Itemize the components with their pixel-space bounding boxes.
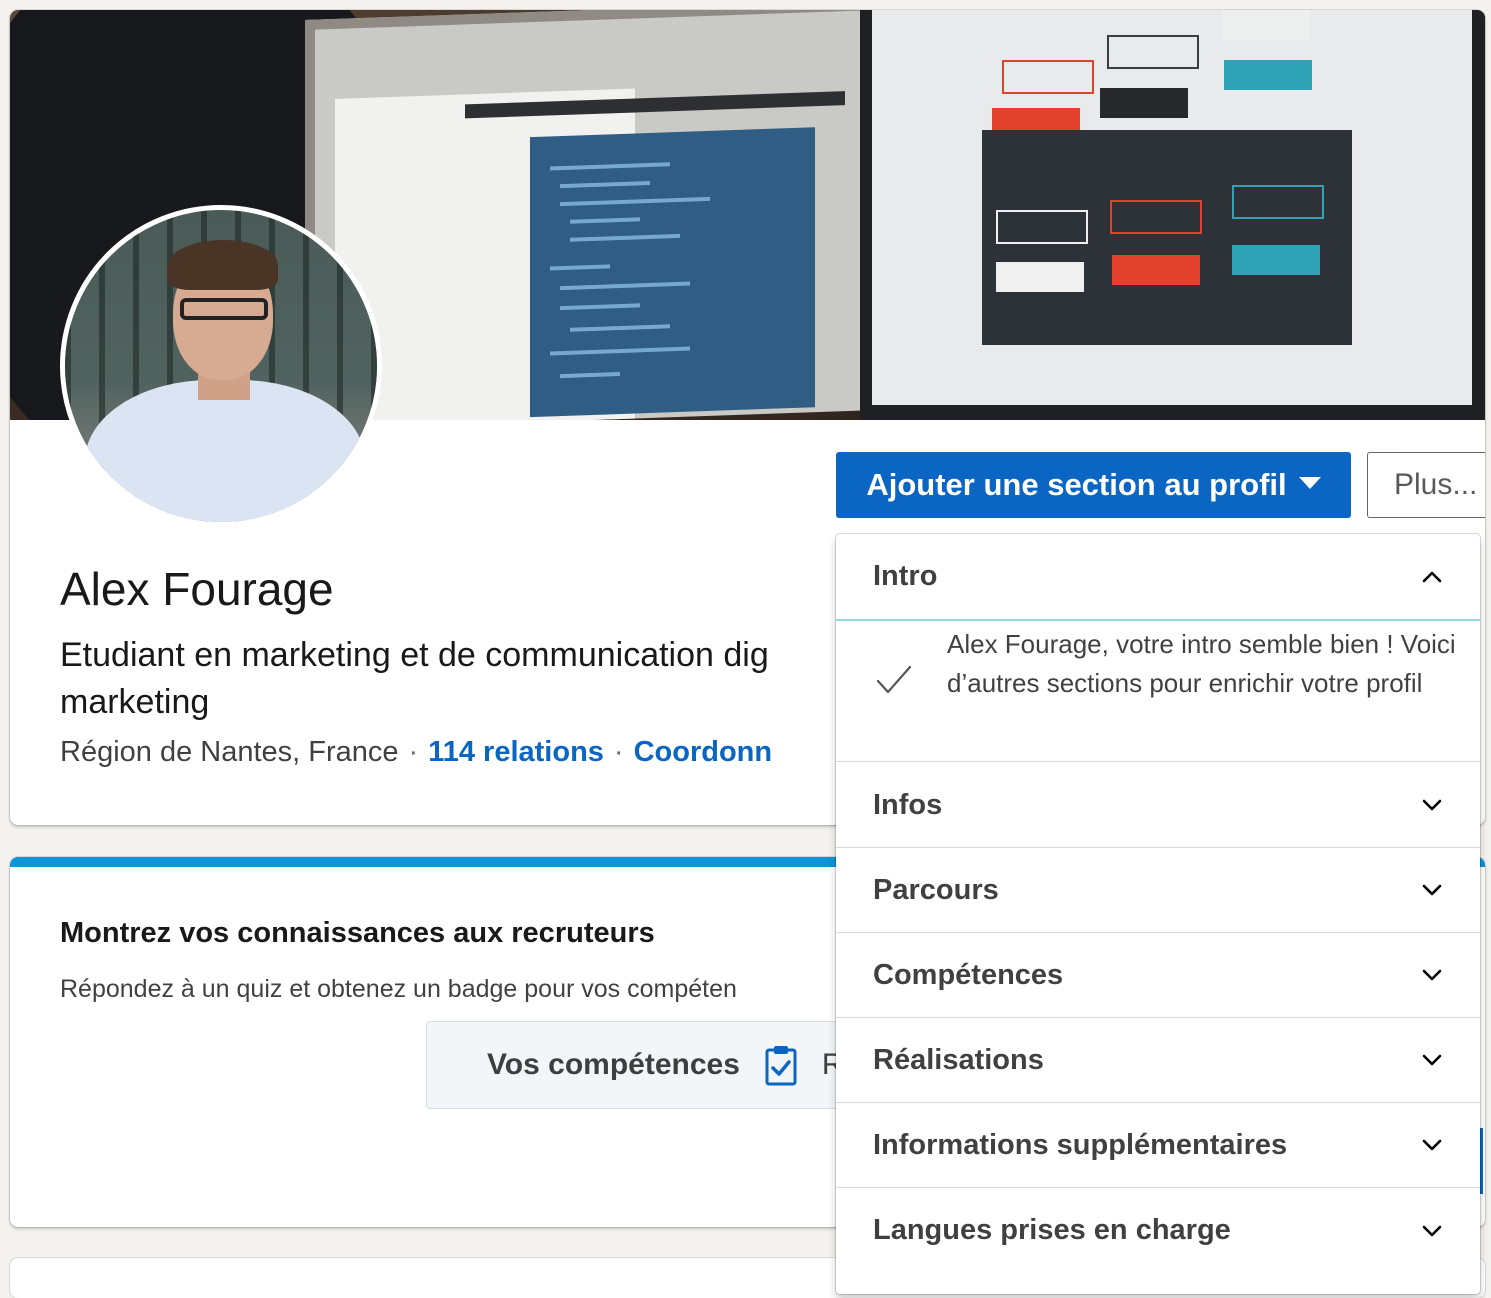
chevron-down-icon: [1422, 1225, 1442, 1236]
more-button[interactable]: Plus...: [1367, 452, 1485, 518]
profile-avatar[interactable]: [60, 205, 382, 527]
chevron-down-icon: [1422, 1054, 1442, 1066]
profile-meta: Région de Nantes, France · 114 relations · C…: [60, 736, 772, 769]
cover-code-editor: [530, 127, 815, 418]
meta-separator: ·: [613, 736, 624, 768]
skills-assessment-label: Vos compétences: [487, 1048, 740, 1081]
section-languages-header[interactable]: Langues prises en charge: [836, 1188, 1480, 1273]
section-parcours-header[interactable]: Parcours: [836, 848, 1480, 933]
checkmark-icon: [876, 665, 912, 694]
profile-headline: Etudiant en marketing et de communicatio…: [60, 636, 769, 721]
profile-location: Région de Nantes, France: [60, 736, 399, 768]
add-profile-section-button[interactable]: Ajouter une section au profil: [836, 452, 1351, 518]
intro-message: Alex Fourage, votre intro semble bien ! …: [947, 629, 1456, 698]
section-label: Compétences: [873, 958, 1064, 991]
meta-separator: ·: [408, 736, 419, 768]
add-profile-section-label: Ajouter une section au profil: [866, 467, 1287, 502]
section-label: Réalisations: [873, 1043, 1044, 1076]
intro-panel: Alex Fourage, votre intro semble bien ! …: [836, 621, 1480, 762]
section-label: Informations supplémentaires: [873, 1128, 1288, 1161]
section-competences-header[interactable]: Compétences: [836, 933, 1480, 1018]
quiz-subtitle: Répondez à un quiz et obtenez un badge p…: [60, 975, 737, 1003]
add-section-dropdown: Intro Alex Fourage, votre intro semble b…: [836, 534, 1480, 1294]
contact-info-link[interactable]: Coordonn: [634, 736, 773, 768]
chevron-down-icon: [1422, 969, 1442, 981]
connections-link[interactable]: 114 relations: [428, 736, 604, 768]
cover-design-screen: [872, 10, 1472, 405]
section-label: Langues prises en charge: [873, 1214, 1231, 1246]
profile-name: Alex Fourage: [60, 563, 334, 615]
cover-monitor-right: [860, 10, 1485, 420]
section-label: Parcours: [873, 873, 999, 906]
section-label: Infos: [873, 788, 943, 821]
cover-dark-panel: [982, 130, 1352, 345]
clipboard-check-icon: [765, 1046, 797, 1086]
quiz-title: Montrez vos connaissances aux recruteurs: [60, 917, 655, 949]
section-additional-info-header[interactable]: Informations supplémentaires: [836, 1103, 1480, 1188]
caret-down-icon: [1298, 477, 1321, 489]
cover-monitor-left: [305, 10, 870, 420]
section-infos-header[interactable]: Infos: [836, 763, 1480, 848]
chevron-up-icon: [1422, 571, 1442, 582]
chevron-down-icon: [1422, 884, 1442, 896]
chevron-down-icon: [1422, 799, 1442, 811]
section-label: Intro: [873, 560, 938, 592]
section-intro-header[interactable]: Intro: [836, 534, 1480, 621]
chevron-down-icon: [1422, 1139, 1442, 1151]
section-realisations-header[interactable]: Réalisations: [836, 1018, 1480, 1103]
